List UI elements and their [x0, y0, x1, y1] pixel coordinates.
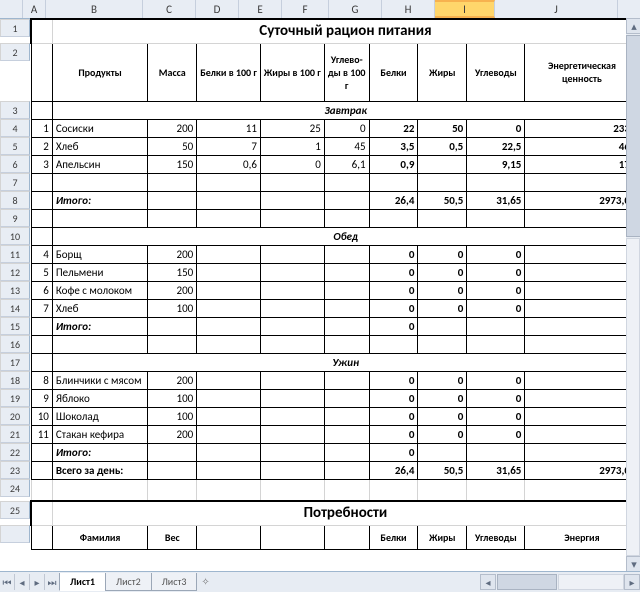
col-A[interactable]: A [23, 0, 46, 18]
col-I[interactable]: I [435, 0, 495, 18]
tab-last-icon[interactable]: ⏭ [45, 574, 60, 590]
day-total-label: Всего за день: [52, 461, 147, 479]
col-E[interactable]: E [239, 0, 282, 18]
dinner-total-label: Итого: [52, 443, 147, 461]
row-header[interactable]: 13 [0, 281, 30, 299]
needs-title: Потребности [52, 501, 639, 525]
hdr-c: Углеводы [467, 43, 525, 101]
hdr-c100: Углево-ды в 100 г [324, 43, 369, 101]
row-header[interactable]: 19 [0, 389, 30, 407]
scroll-thumb[interactable] [497, 574, 557, 590]
sheet-tab-bar: ⏮ ◂ ▸ ⏭ Лист1 Лист2 Лист3 ✧ ◂ ▸ [0, 571, 640, 592]
row-header[interactable]: 24 [0, 479, 30, 497]
row-header[interactable]: 20 [0, 407, 30, 425]
col-H[interactable]: H [382, 0, 435, 18]
new-sheet-icon[interactable]: ✧ [201, 575, 215, 589]
row-header[interactable]: 9 [0, 209, 30, 227]
row-header[interactable]: 21 [0, 425, 30, 443]
row-header[interactable]: 11 [0, 245, 30, 263]
breakfast-total-label: Итого: [52, 191, 147, 209]
hdr-p100: Белки в 100 г [197, 43, 261, 101]
section-breakfast: Завтрак [52, 101, 639, 119]
hdr-product: Продукты [52, 43, 147, 101]
row-header[interactable]: 16 [0, 335, 30, 353]
hdr-mass: Масса [148, 43, 197, 101]
title: Суточный рацион питания [52, 19, 639, 43]
vertical-scrollbar[interactable]: ▴ ▾ [626, 18, 640, 572]
row-header[interactable]: 6 [0, 155, 30, 173]
column-header-row: A B C D E F G H I J [0, 0, 640, 19]
lunch-total-label: Итого: [52, 317, 147, 335]
sheet-tab[interactable]: Лист2 [105, 573, 152, 591]
scroll-up-icon[interactable]: ▴ [626, 18, 640, 34]
row-header[interactable]: 22 [0, 443, 30, 461]
section-dinner: Ужин [52, 353, 639, 371]
col-J[interactable]: J [495, 0, 618, 18]
row-header[interactable]: 23 [0, 461, 30, 479]
select-all-corner[interactable] [0, 0, 23, 18]
row-header[interactable]: 15 [0, 317, 30, 335]
col-D[interactable]: D [196, 0, 239, 18]
section-lunch: Обед [52, 227, 639, 245]
hdr-e: Энергетическая ценность [525, 43, 639, 101]
sheet-tab[interactable]: Лист1 [59, 573, 106, 591]
row-header[interactable]: 7 [0, 173, 30, 191]
row-header[interactable]: 8 [0, 191, 30, 209]
row-header[interactable]: 2 [0, 43, 30, 61]
tab-prev-icon[interactable]: ◂ [15, 574, 30, 590]
scroll-down-icon[interactable]: ▾ [626, 556, 640, 572]
row-header[interactable]: 3 [0, 101, 30, 119]
scroll-left-icon[interactable]: ◂ [480, 574, 496, 590]
scroll-right-icon[interactable]: ▸ [624, 574, 640, 590]
row-header[interactable]: 1 [0, 19, 30, 37]
sheet-tab[interactable]: Лист3 [151, 573, 198, 591]
row-header[interactable]: 25 [0, 501, 30, 519]
col-G[interactable]: G [329, 0, 382, 18]
col-B[interactable]: B [46, 0, 143, 18]
hdr-p: Белки [369, 43, 418, 101]
hdr-f: Жиры [418, 43, 467, 101]
worksheet-grid[interactable]: 1 Суточный рацион питания 2 Продукты Мас… [0, 18, 640, 572]
row-header[interactable]: 10 [0, 227, 30, 245]
col-C[interactable]: C [143, 0, 196, 18]
row-header[interactable]: 4 [0, 119, 30, 137]
cell-product[interactable]: Сосиски [52, 119, 147, 137]
col-F[interactable]: F [282, 0, 329, 18]
row-header[interactable]: 18 [0, 371, 30, 389]
row-header[interactable]: 5 [0, 137, 30, 155]
tab-first-icon[interactable]: ⏮ [0, 574, 15, 590]
row-header[interactable]: 17 [0, 353, 30, 371]
hdr-f100: Жиры в 100 г [260, 43, 324, 101]
tab-next-icon[interactable]: ▸ [30, 574, 45, 590]
horizontal-scrollbar[interactable]: ◂ ▸ [480, 574, 640, 590]
scroll-thumb[interactable] [626, 35, 640, 237]
row-header[interactable]: 14 [0, 299, 30, 317]
row-header[interactable] [0, 525, 30, 543]
row-header[interactable]: 12 [0, 263, 30, 281]
